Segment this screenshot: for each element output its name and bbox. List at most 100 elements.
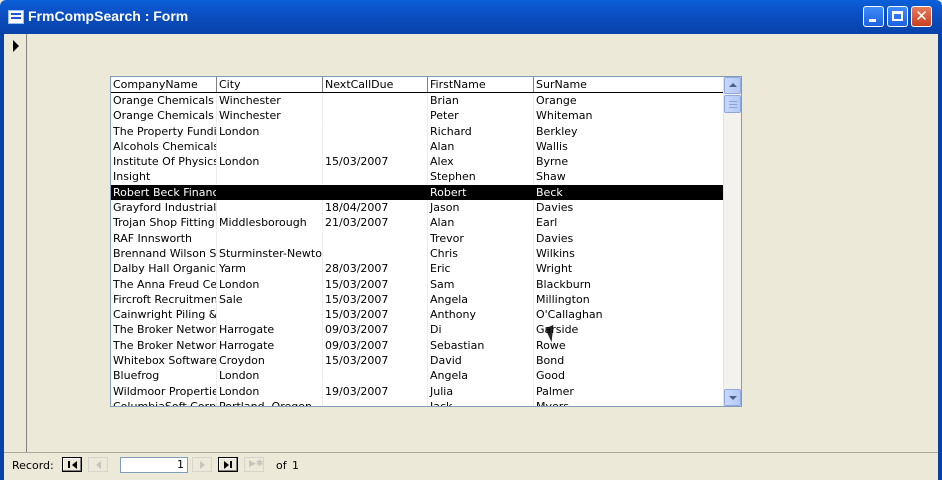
scroll-down-button[interactable] bbox=[724, 389, 741, 406]
window-frame-right bbox=[938, 34, 942, 480]
first-record-icon bbox=[68, 461, 70, 468]
list-row[interactable]: Orange Chemicals Winchester Peter Whiteman bbox=[111, 108, 725, 124]
list-row[interactable]: The Anna Freud Ce London 15/03/2007 Sam Blac… bbox=[111, 276, 725, 292]
cell-companyname: Fircroft Recruitmen bbox=[113, 291, 217, 307]
chevron-up-icon bbox=[729, 83, 737, 87]
cell-surname: Davies bbox=[536, 201, 574, 215]
cell-firstname: Alan bbox=[428, 138, 534, 154]
list-header: CompanyName City NextCallDue FirstName S… bbox=[111, 77, 725, 93]
scroll-up-button[interactable] bbox=[724, 77, 741, 94]
cell-surname: Whiteman bbox=[536, 109, 593, 123]
first-record-icon bbox=[72, 461, 77, 469]
list-row[interactable]: Bluefrog London Angela Good bbox=[111, 368, 725, 384]
list-row[interactable]: The Broker Networl Harrogate 09/03/2007 Di G… bbox=[111, 322, 725, 338]
cell-city: Yarm bbox=[217, 261, 323, 277]
cell-surname: Wallis bbox=[536, 139, 568, 153]
cell-nextcalldue: 28/03/2007 bbox=[323, 261, 428, 277]
column-header-firstname: FirstName bbox=[428, 77, 534, 92]
cell-firstname: David bbox=[428, 353, 534, 369]
cell-firstname: Eric bbox=[428, 261, 534, 277]
cell-surname: Bond bbox=[536, 354, 565, 368]
current-record-input[interactable]: 1 bbox=[120, 457, 188, 473]
cell-nextcalldue: 19/03/2007 bbox=[323, 383, 428, 399]
close-button[interactable]: ✕ bbox=[911, 6, 932, 27]
cell-nextcalldue: 15/03/2007 bbox=[323, 154, 428, 170]
cell-surname: Myers bbox=[534, 399, 725, 406]
title-bar[interactable]: FrmCompSearch : Form ✕ bbox=[0, 0, 942, 34]
new-record-icon: ▶✱ bbox=[249, 459, 264, 469]
cell-nextcalldue bbox=[323, 245, 428, 261]
cell-surname: Garside bbox=[536, 323, 579, 337]
next-record-button[interactable] bbox=[192, 457, 212, 472]
cell-nextcalldue bbox=[323, 230, 428, 246]
list-row[interactable]: Institute Of Physics London 15/03/2007 Alex… bbox=[111, 154, 725, 170]
cell-nextcalldue bbox=[323, 184, 428, 200]
cell-firstname: Trevor bbox=[428, 230, 534, 246]
list-row[interactable]: RAF Innsworth Trevor Davies bbox=[111, 230, 725, 246]
cell-nextcalldue bbox=[323, 108, 428, 124]
cell-city bbox=[217, 184, 323, 200]
cell-firstname: Julia bbox=[428, 383, 534, 399]
cell-city: London bbox=[217, 276, 323, 292]
cell-companyname: Insight bbox=[111, 169, 217, 185]
minimize-icon bbox=[869, 19, 876, 22]
maximize-button[interactable] bbox=[887, 6, 908, 27]
cell-surname: Shaw bbox=[536, 170, 566, 184]
cell-city bbox=[217, 169, 323, 185]
cell-city: Winchester bbox=[217, 108, 323, 124]
new-record-button[interactable]: ▶✱ bbox=[244, 457, 264, 472]
cell-firstname: Anthony bbox=[428, 307, 534, 323]
cell-firstname: Jack bbox=[428, 398, 534, 406]
first-record-button[interactable] bbox=[62, 457, 82, 472]
cell-city: Portland, Oregon bbox=[217, 398, 323, 406]
list-row[interactable]: Dalby Hall Organic I Yarm 28/03/2007 Eric Wr… bbox=[111, 261, 725, 277]
cell-companyname: The Anna Freud Ce bbox=[113, 276, 217, 292]
cell-city: Winchester bbox=[217, 93, 323, 108]
list-row[interactable]: Whitebox Software Croydon 15/03/2007 David B… bbox=[111, 353, 725, 369]
vertical-scrollbar[interactable] bbox=[723, 77, 741, 406]
cell-nextcalldue: 15/03/2007 bbox=[323, 291, 428, 307]
cell-surname: Earl bbox=[536, 216, 558, 230]
record-selector[interactable] bbox=[4, 34, 27, 452]
cell-companyname: ColumbiaSoft Corpo bbox=[111, 398, 217, 406]
cell-city: Harrogate bbox=[217, 337, 323, 353]
list-row[interactable]: Brennand Wilson Sc Sturminster-Newton Chri… bbox=[111, 245, 725, 261]
chevron-down-icon bbox=[729, 396, 737, 400]
list-row[interactable]: Orange Chemicals Winchester Brian Orange bbox=[111, 93, 725, 108]
list-row[interactable]: Robert Beck Financ Robert Beck bbox=[111, 184, 725, 201]
list-row[interactable]: Trojan Shop Fitting Middlesborough 21/03/2… bbox=[111, 215, 725, 231]
form-icon[interactable] bbox=[8, 10, 24, 24]
list-row[interactable]: Fircroft Recruitmen Sale 15/03/2007 Angela M… bbox=[111, 291, 725, 307]
grip-line bbox=[729, 104, 737, 105]
cell-nextcalldue: 09/03/2007 bbox=[323, 322, 428, 338]
grip-line bbox=[729, 107, 737, 108]
list-row[interactable]: Alcohols Chemicals Alan Wallis bbox=[111, 138, 725, 154]
cell-city bbox=[217, 230, 323, 246]
cell-nextcalldue: 18/04/2007 bbox=[323, 200, 428, 216]
scroll-thumb[interactable] bbox=[724, 95, 741, 113]
maximize-icon bbox=[892, 11, 903, 21]
record-label: Record: bbox=[12, 459, 54, 472]
cell-nextcalldue bbox=[323, 368, 428, 384]
last-record-button[interactable] bbox=[218, 457, 238, 472]
cell-companyname: Orange Chemicals bbox=[111, 108, 217, 124]
record-pointer-icon bbox=[13, 40, 19, 52]
cell-nextcalldue bbox=[323, 398, 428, 406]
company-search-listbox[interactable]: CompanyName City NextCallDue FirstName S… bbox=[110, 76, 742, 407]
list-row[interactable]: The Broker Networl Harrogate 09/03/2007 Seb… bbox=[111, 337, 725, 353]
minimize-button[interactable] bbox=[863, 6, 884, 27]
cell-nextcalldue: 21/03/2007 bbox=[323, 215, 428, 231]
list-row[interactable]: Cainwright Piling & 15/03/2007 Anthony O'Ca… bbox=[111, 307, 725, 323]
cell-nextcalldue bbox=[323, 138, 428, 154]
list-row[interactable]: Grayford Industrial 18/04/2007 Jason Davies bbox=[111, 200, 725, 216]
record-navigation-bar: Record: 1 ▶✱ of 1 bbox=[4, 452, 938, 477]
cell-surname: Millington bbox=[536, 292, 590, 306]
list-row[interactable]: The Property Fundi London Richard Berkley bbox=[111, 123, 725, 139]
grip-line bbox=[729, 101, 737, 102]
list-row[interactable]: Insight Stephen Shaw bbox=[111, 169, 725, 185]
cell-city bbox=[217, 138, 323, 154]
cell-firstname: Alan bbox=[428, 215, 534, 231]
list-row[interactable]: Wildmoor Propertie London 19/03/2007 Julia P… bbox=[111, 383, 725, 399]
list-row[interactable]: ColumbiaSoft CorpoPortland, Oregon JackMy… bbox=[111, 398, 725, 406]
previous-record-button[interactable] bbox=[88, 457, 108, 472]
